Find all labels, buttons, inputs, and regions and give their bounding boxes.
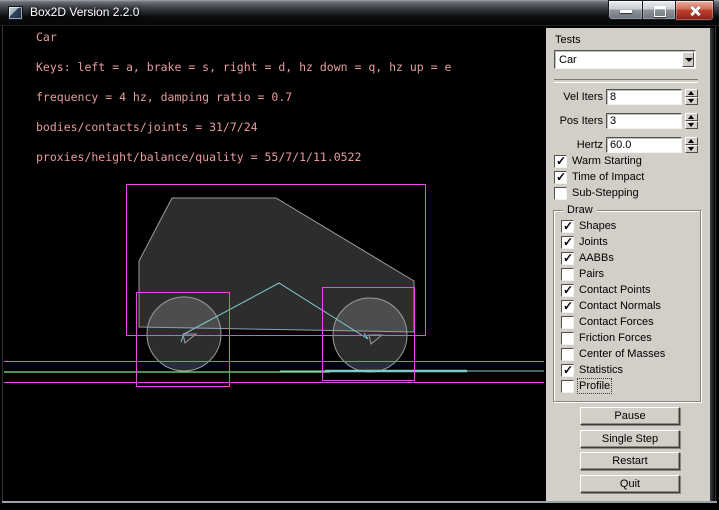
- checkbox-label: Contact Forces: [579, 316, 654, 328]
- tests-dropdown[interactable]: Car: [554, 50, 696, 69]
- checkbox-label: Warm Starting: [572, 155, 642, 167]
- checkbox-label: Center of Masses: [579, 348, 665, 360]
- checkbox-label: Friction Forces: [579, 332, 652, 344]
- hertz-row: Hertz: [546, 137, 710, 153]
- window-frame-left: [2, 26, 3, 501]
- app-window: Box2D Version 2.2.0: [0, 0, 719, 510]
- checkbox-box[interactable]: [561, 220, 574, 233]
- checkbox-box[interactable]: [561, 252, 574, 265]
- checkbox-box[interactable]: [561, 236, 574, 249]
- checkbox-label: Pairs: [579, 268, 604, 280]
- tests-dropdown-button[interactable]: [682, 52, 694, 67]
- window-frame-right: [715, 26, 716, 501]
- checkbox-box[interactable]: [561, 300, 574, 313]
- checkbox-label: Profile: [579, 380, 610, 392]
- panel-divider: [554, 79, 698, 83]
- control-panel: Tests Car Vel Iters Pos Iters: [546, 28, 710, 501]
- pos-iters-row: Pos Iters: [546, 113, 710, 129]
- hertz-input[interactable]: [606, 137, 682, 153]
- checkbox-label: Joints: [579, 236, 608, 248]
- window-frame-bottom: [2, 501, 717, 503]
- checkbox-box[interactable]: [554, 171, 567, 184]
- chevron-down-icon: [685, 58, 693, 62]
- checkbox-label: Contact Normals: [579, 300, 661, 312]
- hud-line-frequency: frequency = 4 hz, damping ratio = 0.7: [36, 90, 292, 104]
- restart-button[interactable]: Restart: [580, 452, 680, 470]
- pause-button[interactable]: Pause: [580, 407, 680, 425]
- panel-right-edge: [710, 28, 714, 501]
- pos-iters-spinner: [685, 113, 698, 129]
- hertz-label: Hertz: [546, 139, 603, 151]
- minimize-button[interactable]: [608, 0, 643, 20]
- close-button[interactable]: [675, 0, 714, 21]
- hud-statistics: Car Keys: left = a, brake = s, right = d…: [36, 30, 451, 165]
- checkbox-label: AABBs: [579, 252, 614, 264]
- single-step-button[interactable]: Single Step: [580, 430, 680, 448]
- quit-button[interactable]: Quit: [580, 475, 680, 493]
- checkbox-box[interactable]: [561, 268, 574, 281]
- vel-iters-down-button[interactable]: [685, 97, 698, 105]
- close-icon: [689, 5, 701, 17]
- checkbox-label: Sub-Stepping: [572, 187, 639, 199]
- checkbox-box[interactable]: [561, 364, 574, 377]
- checkbox-box[interactable]: [561, 348, 574, 361]
- vel-iters-label: Vel Iters: [546, 91, 603, 103]
- hud-line-bodies: bodies/contacts/joints = 31/7/24: [36, 120, 258, 134]
- pos-iters-input[interactable]: [606, 113, 682, 129]
- window-title: Box2D Version 2.2.0: [30, 5, 139, 19]
- minimize-icon: [620, 10, 632, 13]
- vel-iters-input[interactable]: [606, 89, 682, 105]
- hertz-spinner: [685, 137, 698, 153]
- vel-iters-spinner: [685, 89, 698, 105]
- tests-dropdown-value: Car: [559, 54, 577, 66]
- pos-iters-label: Pos Iters: [546, 115, 603, 127]
- window-titlebar[interactable]: Box2D Version 2.2.0: [0, 0, 719, 26]
- checkbox-box[interactable]: [561, 332, 574, 345]
- checkbox-box[interactable]: [561, 316, 574, 329]
- tests-label: Tests: [555, 34, 581, 46]
- vel-iters-row: Vel Iters: [546, 89, 710, 105]
- checkbox-box[interactable]: [561, 380, 574, 393]
- checkbox-label: Time of Impact: [572, 171, 644, 183]
- simulation-viewport[interactable]: Car Keys: left = a, brake = s, right = d…: [4, 26, 544, 501]
- checkbox-box[interactable]: [561, 284, 574, 297]
- vel-iters-up-button[interactable]: [685, 89, 698, 97]
- hud-line-keys: Keys: left = a, brake = s, right = d, hz…: [36, 60, 451, 74]
- app-icon: [9, 7, 22, 19]
- checkbox-label: Contact Points: [579, 284, 651, 296]
- pos-iters-up-button[interactable]: [685, 113, 698, 121]
- checkbox-label: Statistics: [579, 364, 623, 376]
- checkbox-box[interactable]: [554, 187, 567, 200]
- hud-line-title: Car: [36, 30, 57, 44]
- checkbox-box[interactable]: [554, 155, 567, 168]
- maximize-button[interactable]: [642, 0, 676, 20]
- draw-group: Draw Shapes Joints AABBs Pairs Contact P…: [553, 210, 701, 402]
- hertz-down-button[interactable]: [685, 145, 698, 153]
- tests-dropdown-field[interactable]: Car: [554, 50, 696, 69]
- draw-group-legend: Draw: [563, 204, 597, 216]
- hertz-up-button[interactable]: [685, 137, 698, 145]
- hud-line-proxies: proxies/height/balance/quality = 55/7/1/…: [36, 150, 361, 164]
- maximize-icon: [654, 6, 666, 17]
- checkbox-label: Shapes: [579, 220, 616, 232]
- pos-iters-down-button[interactable]: [685, 121, 698, 129]
